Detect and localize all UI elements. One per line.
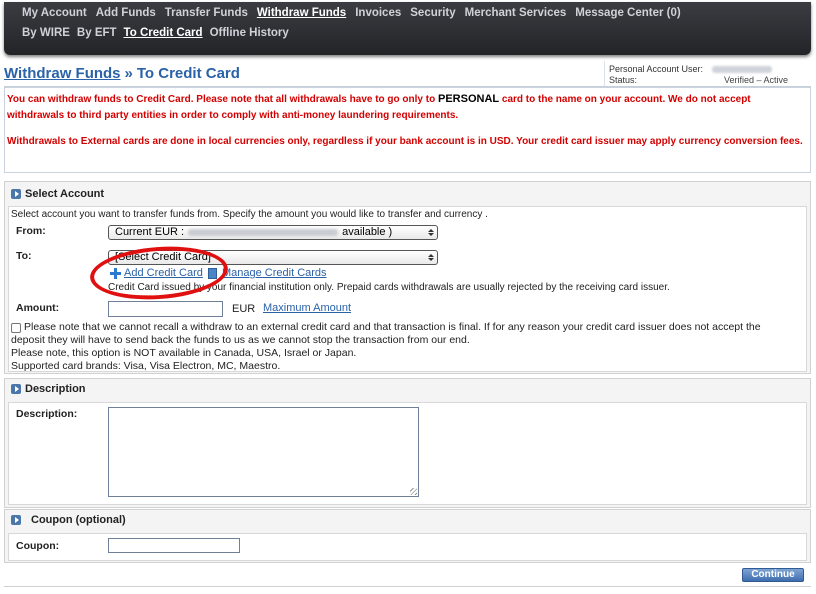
disclaimer-line-4: Supported card brands: Visa, Visa Electr…	[11, 360, 281, 372]
breadcrumb-withdraw-funds[interactable]: Withdraw Funds	[4, 65, 121, 82]
amount-input[interactable]	[108, 301, 223, 317]
warning-message-2: Withdrawals to External cards are done i…	[7, 136, 803, 147]
maximum-amount-link[interactable]: Maximum Amount	[263, 302, 351, 314]
disclaimer-line-3: Please note, this option is NOT availabl…	[11, 347, 357, 359]
currency-label: EUR	[232, 303, 256, 315]
coupon-title: Coupon (optional)	[11, 514, 126, 526]
account-user-redacted	[712, 66, 772, 73]
subnav-offline-history[interactable]: Offline History	[210, 27, 289, 39]
account-info: Personal Account User: Status: Verified …	[604, 61, 811, 86]
breadcrumb-separator: »	[124, 65, 133, 82]
from-label: From:	[16, 225, 46, 237]
section-arrow-icon	[11, 515, 21, 525]
warning-message-1: You can withdraw funds to Credit Card. P…	[7, 93, 751, 121]
select-arrows-icon	[427, 252, 435, 263]
disclaimer-line-1: Please note that we cannot recall a with…	[24, 321, 761, 333]
nav-withdraw-funds[interactable]: Withdraw Funds	[257, 7, 346, 25]
nav-transfer-funds[interactable]: Transfer Funds	[165, 7, 248, 25]
manage-credit-cards-link[interactable]: Manage Credit Cards	[222, 267, 327, 279]
account-balance-redacted	[188, 228, 339, 236]
nav-message-center[interactable]: Message Center (0)	[575, 7, 680, 25]
subnav-to-credit-card[interactable]: To Credit Card	[124, 27, 203, 39]
account-user-label: Personal Account User:	[609, 64, 704, 74]
add-plus-icon[interactable]	[110, 268, 121, 279]
to-label: To:	[16, 250, 32, 262]
nav-merchant-services[interactable]: Merchant Services	[465, 7, 567, 25]
coupon-input[interactable]	[108, 538, 240, 553]
continue-button[interactable]: Continue	[742, 568, 804, 582]
select-arrows-icon	[427, 227, 435, 238]
footer-divider	[4, 586, 811, 587]
description-title: Description	[11, 383, 86, 395]
subnav-by-eft[interactable]: By EFT	[77, 27, 117, 39]
confirm-checkbox[interactable]	[11, 323, 21, 333]
page-title: Withdraw Funds» To Credit Card	[4, 65, 240, 82]
amount-label: Amount:	[16, 302, 60, 314]
status-label: Status:	[609, 75, 638, 85]
add-credit-card-link[interactable]: Add Credit Card	[124, 267, 203, 279]
section-arrow-icon	[11, 384, 21, 394]
primary-nav: My Account Add Funds Transfer Funds With…	[22, 7, 811, 25]
nav-invoices[interactable]: Invoices	[355, 7, 401, 25]
coupon-label: Coupon:	[16, 540, 60, 552]
secondary-nav: By WIRE By EFT To Credit Card Offline Hi…	[22, 27, 811, 39]
nav-add-funds[interactable]: Add Funds	[96, 7, 156, 25]
resize-grip-icon[interactable]	[410, 488, 417, 495]
disclaimer-line-2: deposit they will have to send back the …	[11, 334, 470, 346]
withdraw-warning: You can withdraw funds to Credit Card. P…	[4, 87, 811, 173]
from-account-select[interactable]: Current EUR : available )	[108, 225, 438, 240]
coupon-panel: Coupon (optional)	[4, 509, 811, 563]
card-issued-note: Credit Card issued by your financial ins…	[108, 282, 670, 293]
status-value: Verified – Active	[724, 75, 789, 85]
description-label: Description:	[16, 408, 78, 420]
description-textarea[interactable]	[108, 407, 419, 497]
section-arrow-icon	[11, 189, 21, 199]
select-account-intro: Select account you want to transfer fund…	[11, 209, 488, 220]
breadcrumb-current: To Credit Card	[136, 65, 240, 82]
select-account-title: Select Account	[11, 188, 104, 200]
nav-security[interactable]: Security	[410, 7, 455, 25]
top-navigation: My Account Add Funds Transfer Funds With…	[4, 2, 811, 55]
page-header: Withdraw Funds» To Credit Card Personal A…	[4, 61, 811, 87]
to-card-select[interactable]: [Select Credit Card]	[108, 250, 438, 265]
nav-my-account[interactable]: My Account	[22, 7, 87, 25]
credit-card-icon[interactable]	[208, 268, 217, 279]
subnav-by-wire[interactable]: By WIRE	[22, 27, 70, 39]
